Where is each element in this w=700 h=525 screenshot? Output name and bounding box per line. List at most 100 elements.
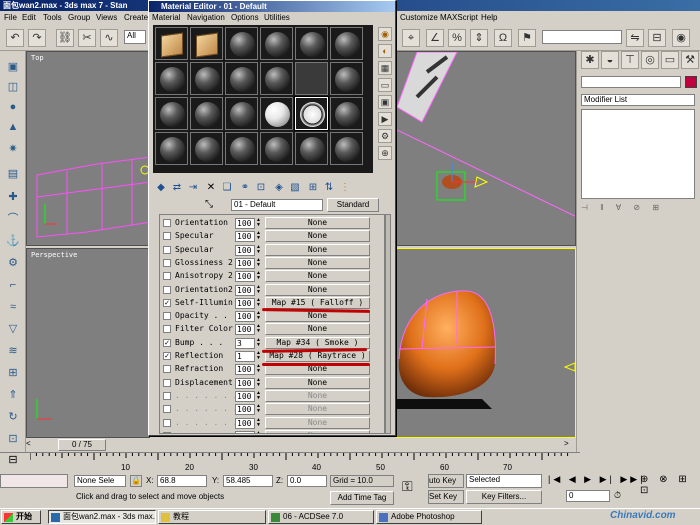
unlink-icon[interactable]: ✂: [78, 29, 96, 47]
amount-spinner-icon[interactable]: ▲▼: [256, 430, 261, 433]
sample-slot[interactable]: [225, 27, 258, 60]
menu-maxscript[interactable]: MAXScript: [440, 13, 478, 22]
sample-slot[interactable]: [260, 27, 293, 60]
map-enable-checkbox[interactable]: [163, 378, 171, 387]
sample-type-icon[interactable]: ◉: [378, 27, 392, 41]
create-camera-icon[interactable]: ▤: [4, 166, 22, 182]
modifier-list-dropdown[interactable]: Modifier List: [581, 94, 695, 106]
map-amount-field[interactable]: 100: [235, 231, 255, 243]
map-slot-button[interactable]: None: [265, 403, 370, 416]
map-slot-button[interactable]: Map #34 ( Smoke ): [265, 336, 370, 349]
stack-toolbar[interactable]: ⊣ ‖ ∀ ⊘ ⊞: [581, 203, 695, 215]
map-enable-checkbox[interactable]: [163, 219, 171, 227]
task-tutorial[interactable]: 教程: [158, 510, 266, 524]
put-to-scene-icon[interactable]: ⇄: [170, 181, 184, 195]
map-amount-field[interactable]: 100: [235, 271, 255, 283]
viewport-active-perspective[interactable]: [396, 248, 576, 438]
sample-slot[interactable]: [330, 97, 363, 130]
map-amount-field[interactable]: 100: [235, 284, 255, 296]
modifier-uvw-icon[interactable]: ⊡: [4, 431, 22, 447]
modifier-extrude-icon[interactable]: ⇑: [4, 387, 22, 403]
key-mode-dropdown[interactable]: Selected: [466, 474, 542, 488]
get-material-icon[interactable]: ◆: [154, 181, 168, 195]
x-coordinate-field[interactable]: 68.8: [157, 475, 207, 487]
sample-slot[interactable]: [155, 27, 188, 60]
viewport-top[interactable]: Top: [26, 51, 150, 246]
key-icon[interactable]: ⚿: [402, 478, 413, 495]
sample-slot[interactable]: [225, 97, 258, 130]
track-bar-toggle-icon[interactable]: ⊟: [0, 453, 26, 471]
motion-tab-icon[interactable]: ◎: [641, 51, 659, 69]
create-spacewarp-icon[interactable]: ⚓: [4, 233, 22, 249]
uv-tiling-icon[interactable]: ▭: [378, 78, 392, 92]
create-shape-icon[interactable]: ⌒: [4, 211, 22, 227]
task-3dsmax[interactable]: 面包wan2.max - 3ds max...: [48, 510, 156, 524]
map-amount-field[interactable]: 100: [235, 244, 255, 256]
spinner-snap-icon[interactable]: ⇕: [470, 29, 488, 47]
amount-spinner-icon[interactable]: ▲▼: [256, 417, 261, 429]
modifier-lathe-icon[interactable]: ↻: [4, 409, 22, 425]
video-color-check-icon[interactable]: ▣: [378, 95, 392, 109]
map-amount-field[interactable]: 3: [235, 337, 255, 349]
assign-to-selection-icon[interactable]: ⇥: [186, 181, 200, 195]
sample-slot[interactable]: [295, 27, 328, 60]
amount-spinner-icon[interactable]: ▲▼: [256, 337, 261, 349]
lock-selection-icon[interactable]: 🔒: [130, 475, 142, 487]
start-button[interactable]: 开始: [1, 510, 41, 524]
map-amount-field[interactable]: 100: [235, 404, 255, 416]
options-icon[interactable]: ⚙: [378, 129, 392, 143]
time-slider[interactable]: < 0 / 75 >: [26, 438, 576, 452]
map-enable-checkbox[interactable]: ✓: [163, 298, 171, 307]
key-filters-button[interactable]: Key Filters...: [466, 490, 542, 504]
map-enable-checkbox[interactable]: [163, 258, 171, 267]
amount-spinner-icon[interactable]: ▲▼: [256, 311, 261, 322]
modifier-ffd-icon[interactable]: ⊞: [4, 365, 22, 381]
map-amount-field[interactable]: 100: [235, 218, 255, 229]
map-enable-checkbox[interactable]: [163, 431, 171, 433]
modifier-bend-icon[interactable]: ⌐: [4, 277, 22, 293]
map-slot-button[interactable]: None: [265, 416, 370, 429]
amount-spinner-icon[interactable]: ▲▼: [256, 284, 261, 296]
time-config-icon[interactable]: ⏱: [614, 490, 621, 501]
map-enable-checkbox[interactable]: [163, 418, 171, 427]
time-prev-icon[interactable]: <: [26, 439, 36, 451]
amount-spinner-icon[interactable]: ▲▼: [256, 324, 261, 335]
utilities-tab-icon[interactable]: ⚒: [681, 51, 699, 69]
map-slot-button[interactable]: None: [265, 243, 370, 256]
create-box-icon[interactable]: ▣: [4, 59, 22, 75]
map-slot-button[interactable]: None: [265, 389, 370, 402]
menu-utilities[interactable]: Utilities: [264, 13, 290, 22]
menu-tools[interactable]: Tools: [43, 13, 62, 22]
viewport-perspective[interactable]: Perspective: [26, 248, 150, 438]
sample-slot[interactable]: [330, 27, 363, 60]
menu-navigation[interactable]: Navigation: [187, 13, 225, 22]
sample-slot[interactable]: [155, 97, 188, 130]
time-next-icon[interactable]: >: [564, 439, 574, 451]
maps-scrollbar[interactable]: [385, 214, 391, 434]
material-editor-icon[interactable]: ◉: [672, 29, 690, 47]
time-slider-thumb[interactable]: 0 / 75: [58, 439, 106, 451]
go-to-parent-icon[interactable]: ⇅: [322, 181, 336, 195]
map-slot-button[interactable]: None: [265, 270, 370, 283]
sample-slot[interactable]: [190, 97, 223, 130]
menu-material[interactable]: Material: [152, 13, 180, 22]
viewport-left-scene[interactable]: [396, 51, 576, 246]
make-preview-icon[interactable]: ▶: [378, 112, 392, 126]
map-amount-field[interactable]: 100: [235, 297, 255, 309]
named-selection-icon[interactable]: ⚑: [518, 29, 536, 47]
menu-file[interactable]: File: [4, 13, 17, 22]
z-coordinate-field[interactable]: 0.0: [287, 475, 327, 487]
maxscript-listener[interactable]: [0, 474, 68, 488]
angle-snap-icon[interactable]: ∠: [426, 29, 444, 47]
bind-space-warp-icon[interactable]: ∿: [100, 29, 118, 47]
sample-slot[interactable]: [155, 62, 188, 95]
snap-toggle-icon[interactable]: ⌖: [402, 29, 420, 47]
make-unique-icon[interactable]: ⚭: [238, 181, 252, 195]
map-amount-field[interactable]: 1: [235, 351, 255, 362]
material-effects-channel-icon[interactable]: ◈: [272, 181, 286, 195]
y-coordinate-field[interactable]: 58.485: [223, 475, 273, 487]
create-system-icon[interactable]: ⚙: [4, 255, 22, 271]
sample-slot[interactable]: [295, 62, 328, 95]
map-enable-checkbox[interactable]: [163, 405, 171, 414]
sample-slot[interactable]: [190, 27, 223, 60]
